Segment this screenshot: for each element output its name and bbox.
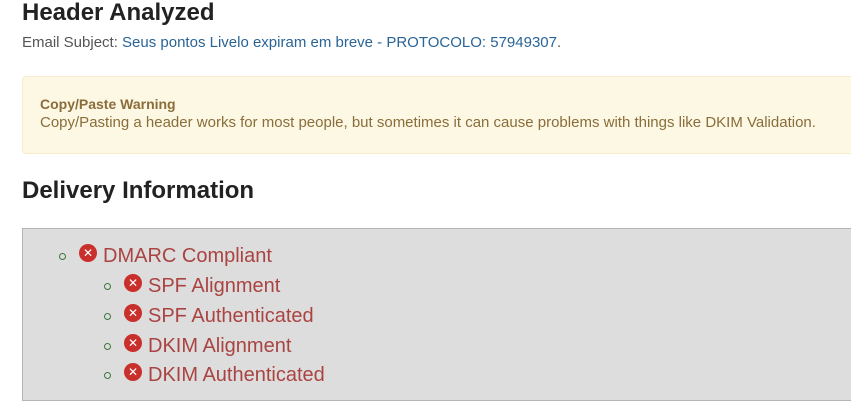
page-title: Header Analyzed xyxy=(22,0,215,26)
spf-alignment-label: SPF Alignment xyxy=(148,275,281,297)
warning-text: Copy/Pasting a header works for most peo… xyxy=(40,114,816,131)
bullet-icon xyxy=(104,282,111,290)
delivery-information-panel: ✕ DMARC Compliant ✕ SPF Alignment ✕ SPF … xyxy=(22,228,851,401)
warning-title: Copy/Paste Warning xyxy=(40,96,176,112)
x-circle-icon: ✕ xyxy=(79,244,97,262)
dkim-alignment-item: ✕ DKIM Alignment xyxy=(104,331,291,361)
spf-authenticated-item: ✕ SPF Authenticated xyxy=(104,301,314,331)
email-subject-period: . xyxy=(557,34,562,51)
dkim-alignment-label: DKIM Alignment xyxy=(148,335,292,357)
email-subject: Email Subject: Seus pontos Livelo expira… xyxy=(22,33,561,53)
dkim-authenticated-label: DKIM Authenticated xyxy=(148,364,325,386)
bullet-icon xyxy=(104,312,111,320)
dkim-authenticated-item: ✕ DKIM Authenticated xyxy=(104,360,325,390)
email-subject-label: Email Subject: xyxy=(22,34,118,51)
bullet-icon xyxy=(59,252,66,260)
spf-authenticated-label: SPF Authenticated xyxy=(148,305,314,327)
dmarc-compliant-label: DMARC Compliant xyxy=(103,245,272,267)
email-subject-value: Seus pontos Livelo expiram em breve - PR… xyxy=(122,34,557,51)
bullet-icon xyxy=(104,371,111,379)
x-circle-icon: ✕ xyxy=(124,363,142,381)
x-circle-icon: ✕ xyxy=(124,274,142,292)
x-circle-icon: ✕ xyxy=(124,334,142,352)
delivery-information-title: Delivery Information xyxy=(22,177,255,204)
dmarc-compliant-item: ✕ DMARC Compliant xyxy=(59,241,272,271)
x-circle-icon: ✕ xyxy=(124,304,142,322)
bullet-icon xyxy=(104,342,111,350)
copy-paste-warning: Copy/Paste Warning Copy/Pasting a header… xyxy=(22,76,851,154)
spf-alignment-item: ✕ SPF Alignment xyxy=(104,271,280,301)
